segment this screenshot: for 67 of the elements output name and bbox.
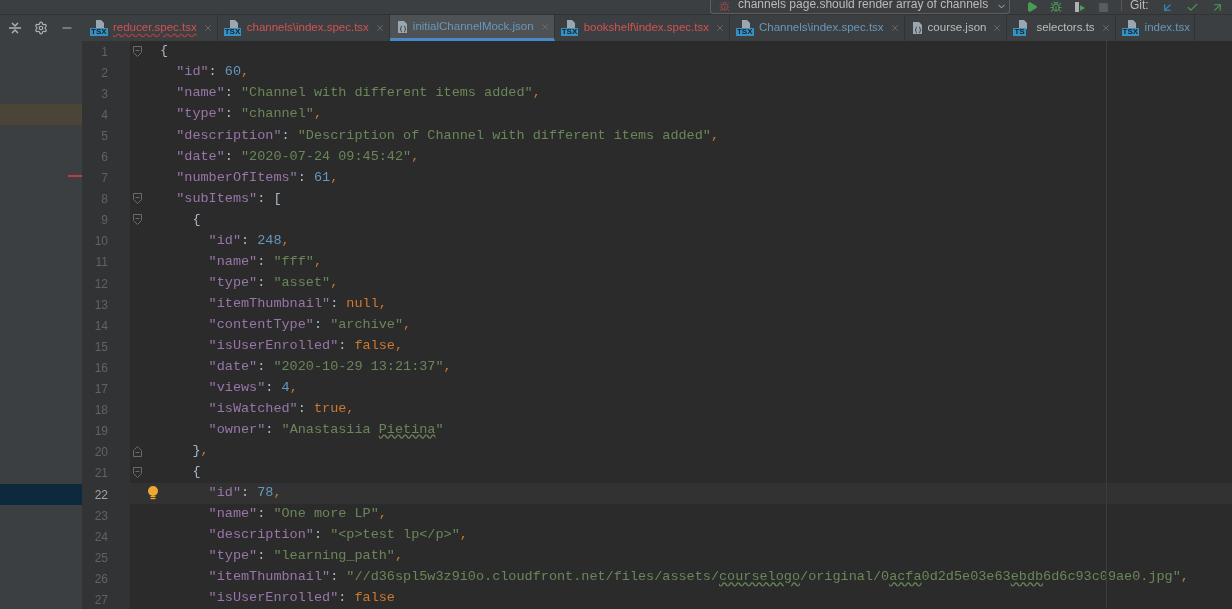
lightbulb-icon[interactable] <box>146 486 159 501</box>
tab-label: index.tsx <box>1144 20 1190 36</box>
json-file-icon <box>910 21 924 35</box>
code-line: "date": "2020-10-29 13:21:37", <box>207 357 452 376</box>
tab-label: reducer.spec.tsx <box>113 20 197 36</box>
code-line: "itemThumbnail": null, <box>207 294 387 313</box>
code-line: { <box>160 42 169 61</box>
code-line: "type": "channel", <box>175 105 323 124</box>
editor-tab[interactable]: TS selectors.ts <box>1007 15 1116 41</box>
code-line: "isUserEnrolled": false <box>207 589 395 608</box>
editor-tab[interactable]: TSX Channels\index.spec.tsx <box>729 15 905 41</box>
collapse-all-icon[interactable] <box>8 21 22 35</box>
code-line: "description": "Description of Channel with different items added", <box>175 126 719 145</box>
code-line: "type": "asset", <box>207 273 339 292</box>
editor-tab[interactable]: TSX channels\index.spec.tsx <box>217 15 390 41</box>
code-line: "name": "Channel with different items added", <box>175 84 541 103</box>
code-line: "itemThumbnail": "//d36spl5w3z9i0o.cloudfront.net/files/assets/courselogo/original/0acfa0d2d5e03e63ebdb6d6c93c09ae0.jpg", <box>207 568 1189 587</box>
code-line: { <box>191 210 201 229</box>
code-line: "numberOfItems": 61, <box>175 168 339 187</box>
fold-icon[interactable] <box>133 466 142 478</box>
run-icon[interactable] <box>1026 1 1038 13</box>
json-file-icon <box>395 19 409 34</box>
close-icon[interactable] <box>1100 23 1111 33</box>
code-line: "type": "learning_path", <box>207 547 404 566</box>
code-line: "subItems": [ <box>175 189 282 208</box>
code-line: "name": "One more LP", <box>207 505 387 524</box>
stop-icon[interactable] <box>1098 1 1109 13</box>
tab-label: course.json <box>927 20 987 36</box>
code-line: "contentType": "archive", <box>207 315 412 334</box>
close-icon[interactable] <box>374 23 385 33</box>
tab-label: bookshelf\index.spec.tsx <box>583 20 709 36</box>
tab-label: Channels\index.spec.tsx <box>758 20 884 36</box>
tab-label: selectors.ts <box>1036 20 1095 36</box>
tab-label: channels\index.spec.tsx <box>246 20 369 36</box>
code-line: "description": "<p>test lp</p>", <box>207 526 468 545</box>
fold-icon[interactable] <box>133 193 142 205</box>
close-icon[interactable] <box>992 23 1003 33</box>
test-config-icon <box>719 1 730 12</box>
editor-tab[interactable]: TSX bookshelf\index.spec.tsx <box>554 15 730 41</box>
code-line: }, <box>191 442 209 460</box>
code-line: "isWatched": true, <box>207 399 355 418</box>
code-line: "owner": "Anastasiia Pietina" <box>207 420 444 439</box>
close-icon[interactable] <box>202 23 213 33</box>
close-icon[interactable] <box>539 21 550 32</box>
close-icon[interactable] <box>889 23 900 33</box>
debug-icon[interactable] <box>1050 1 1062 13</box>
code-line: "id": 60, <box>175 63 250 82</box>
fold-icon[interactable] <box>133 214 142 226</box>
settings-icon[interactable] <box>34 21 48 35</box>
code-line: "isUserEnrolled": false, <box>207 336 404 355</box>
selected-tree-row[interactable] <box>0 483 82 506</box>
code-line: "id": 248, <box>207 231 290 250</box>
close-icon[interactable] <box>714 23 725 33</box>
editor-tab[interactable]: initialChannelMock.json <box>389 15 555 41</box>
code-line: "date": "2020-07-24 09:45:42", <box>175 147 420 166</box>
tab-label: initialChannelMock.json <box>412 18 534 34</box>
code-line: "views": 4, <box>207 378 298 397</box>
line-number: 22 <box>94 486 108 504</box>
fold-icon[interactable] <box>133 46 142 57</box>
editor-tab[interactable]: TSX index.tsx <box>1115 15 1195 41</box>
coverage-icon[interactable] <box>1074 1 1086 13</box>
code-line: "id": 78, <box>207 484 282 503</box>
editor-tab[interactable]: course.json <box>904 15 1008 41</box>
code-line: { <box>191 463 201 481</box>
fold-icon[interactable] <box>133 445 142 457</box>
vcs-label: Git: <box>1121 0 1149 11</box>
code-line: "name": "fff", <box>207 252 323 271</box>
